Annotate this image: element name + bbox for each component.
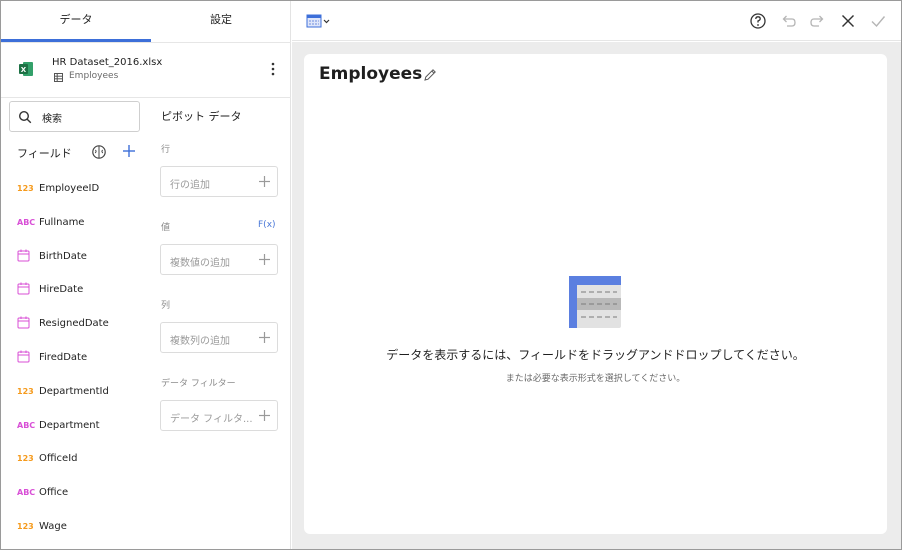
number-type-icon: 123 <box>17 454 34 464</box>
values-label: 値 <box>161 223 171 233</box>
date-type-icon <box>17 282 30 295</box>
plus-icon <box>259 176 270 187</box>
editor-toolbar <box>292 1 901 41</box>
close-icon[interactable] <box>839 12 857 30</box>
field-name: Fullname <box>39 216 85 228</box>
columns-dropzone[interactable]: 複数列の追加 <box>160 322 278 353</box>
field-item[interactable]: 123 OfficeId <box>1 448 151 474</box>
table-placeholder-icon <box>569 276 621 328</box>
rows-label: 行 <box>161 145 171 155</box>
values-placeholder: 複数値の追加 <box>170 258 230 269</box>
visualization-title[interactable]: Employees <box>319 64 422 84</box>
brain-icon[interactable] <box>91 144 107 160</box>
datasource-sheet-name: Employees <box>69 71 119 81</box>
field-item[interactable]: 123 DepartmentId <box>1 381 151 407</box>
field-name: EmployeeID <box>39 183 100 194</box>
field-item[interactable]: 123 Wage <box>1 516 151 542</box>
text-type-icon: ABC <box>17 420 36 430</box>
field-name: DepartmentId <box>39 385 109 397</box>
data-editor-panel: データ 設定 X HR Dataset_2016.xlsx Employees … <box>1 1 291 549</box>
tab-data[interactable]: データ <box>1 1 151 42</box>
pivot-title: ピボット データ <box>161 110 242 123</box>
field-name: Wage <box>39 521 67 532</box>
number-type-icon: 123 <box>17 184 34 193</box>
field-name: OfficeId <box>39 453 78 465</box>
fx-button[interactable]: F(x) <box>258 220 276 230</box>
field-item[interactable]: ABC Office <box>1 482 151 508</box>
date-type-icon <box>17 249 30 262</box>
text-type-icon: ABC <box>17 217 36 227</box>
add-field-icon[interactable] <box>121 143 137 159</box>
plus-icon <box>259 332 270 343</box>
field-item[interactable]: ResignedDate <box>1 313 151 339</box>
plus-icon <box>259 254 270 265</box>
field-item[interactable]: BirthDate <box>1 246 151 272</box>
plus-icon <box>259 410 270 421</box>
filter-dropzone[interactable]: データ フィルタ... <box>160 400 278 431</box>
empty-state-message: データを表示するには、フィールドをドラッグアンドドロップしてください。 <box>386 348 805 362</box>
field-item[interactable]: FiredDate <box>1 347 151 373</box>
redo-icon[interactable] <box>809 12 827 30</box>
excel-file-icon: X <box>19 62 33 76</box>
empty-state-subtext: または必要な表示形式を選択してください。 <box>505 374 686 384</box>
field-search-input[interactable]: 検索 <box>9 101 140 132</box>
undo-icon[interactable] <box>779 12 797 30</box>
svg-text:X: X <box>21 66 27 74</box>
field-item[interactable]: ABC Fullname <box>1 212 151 238</box>
search-icon <box>18 110 32 124</box>
search-label: 検索 <box>42 114 62 125</box>
check-icon[interactable] <box>869 12 887 30</box>
field-name: ResignedDate <box>39 318 109 330</box>
datasource-file-name: HR Dataset_2016.xlsx <box>52 57 163 68</box>
sheet-table-icon <box>54 73 63 82</box>
pencil-icon[interactable] <box>423 68 437 82</box>
rows-dropzone[interactable]: 行の追加 <box>160 166 278 197</box>
columns-label: 列 <box>161 301 171 311</box>
filter-placeholder: データ フィルタ... <box>170 414 253 425</box>
columns-placeholder: 複数列の追加 <box>170 336 230 347</box>
field-name: Department <box>39 419 100 431</box>
number-type-icon: 123 <box>17 522 34 531</box>
date-type-icon <box>17 316 30 329</box>
help-icon[interactable] <box>749 12 767 30</box>
field-item[interactable]: 123 EmployeeID <box>1 178 151 204</box>
visualization-picker-icon[interactable] <box>306 13 330 29</box>
filter-label: データ フィルター <box>161 379 236 389</box>
field-item[interactable]: ABC Department <box>1 415 151 441</box>
tab-settings[interactable]: 設定 <box>151 1 291 42</box>
number-type-icon: 123 <box>17 386 34 396</box>
field-name: Office <box>39 487 69 499</box>
panel-tabs: データ 設定 <box>1 1 291 42</box>
more-vertical-icon[interactable] <box>269 61 277 77</box>
datasource-header: X HR Dataset_2016.xlsx Employees <box>1 42 291 98</box>
date-type-icon <box>17 350 30 363</box>
fields-title: フィールド <box>17 147 72 160</box>
text-type-icon: ABC <box>17 488 36 498</box>
field-name: HireDate <box>39 284 84 296</box>
field-name: FiredDate <box>39 352 88 363</box>
rows-placeholder: 行の追加 <box>170 180 210 191</box>
field-item[interactable]: HireDate <box>1 279 151 305</box>
values-dropzone[interactable]: 複数値の追加 <box>160 244 278 275</box>
field-name: BirthDate <box>39 250 87 262</box>
